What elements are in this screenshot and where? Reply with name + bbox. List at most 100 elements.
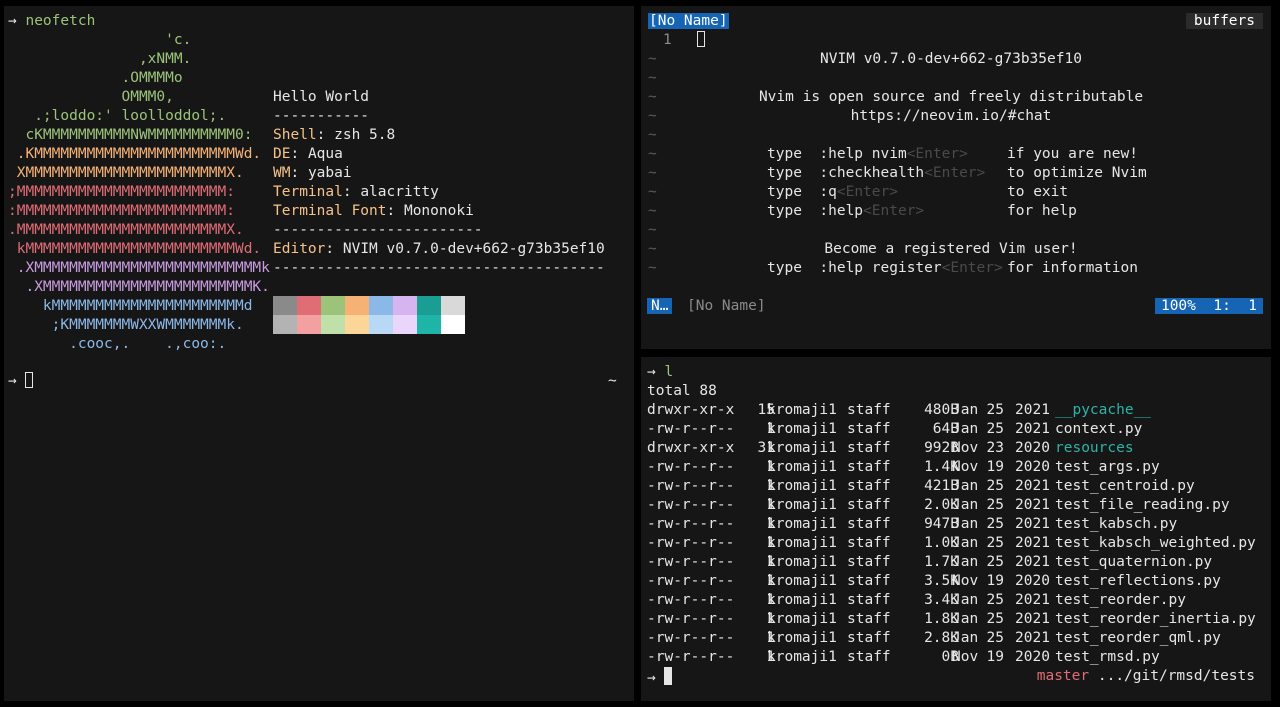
file-perm: -rw-r--r-- [647,478,735,494]
nvim-pane[interactable]: [No Name] buffers 1 ~ ~ ~ ~ ~ ~ ~ ~ ~ ~ ~ ~ NVIM v0… [641,6,1271,349]
file-user: kromaji1 [767,554,837,570]
file-day: 19 [986,649,1004,665]
file-day: 23 [986,440,1004,456]
file-name[interactable]: test_kabsch_weighted.py [1055,534,1256,553]
color-swatch [393,315,417,334]
file-perm: drwxr-xr-x [647,402,735,418]
logo-line: kMMMMMMMMMMMMMMMMMMMMMMd [8,298,253,314]
color-swatch [441,296,465,315]
shell-prompt[interactable]: → [647,667,673,686]
file-day: 19 [986,573,1004,589]
file-day: 25 [986,535,1004,551]
file-perm: drwxr-xr-x [647,440,735,456]
file-name[interactable]: resources [1055,439,1134,458]
file-group: staff [847,497,891,513]
file-perm: -rw-r--r-- [647,516,735,532]
info-label: Terminal [273,184,343,200]
info-row: Terminal Font: Mononoki [273,203,474,219]
info-value: Aqua [307,146,343,162]
nvim-intro-line: Nvim is open source and freely distribut… [758,89,1144,105]
file-year: 2021 [1015,554,1050,570]
info-row: WM: yabai [273,165,352,181]
file-user: kromaji1 [767,516,837,532]
file-mon: Jan [952,535,979,551]
terminal-cursor [25,372,34,388]
file-perm: -rw-r--r-- [647,535,735,551]
file-name[interactable]: test_reflections.py [1055,572,1221,591]
file-name[interactable]: test_args.py [1055,458,1160,477]
file-name[interactable]: __pycache__ [1055,401,1151,420]
file-name[interactable]: test_quaternion.py [1055,553,1212,572]
color-swatch [273,315,297,334]
info-value: yabai [307,165,352,181]
color-swatch [273,296,297,315]
line-number: 1 [663,32,672,48]
file-day: 25 [986,554,1004,570]
color-swatch [297,315,321,334]
file-name[interactable]: test_reorder_qml.py [1055,629,1221,648]
file-user: kromaji1 [767,592,837,608]
color-swatch [393,296,417,315]
file-group: staff [847,592,891,608]
nvim-register-cmd: type :help register<Enter> [767,260,1003,276]
color-swatch [321,296,345,315]
file-name[interactable]: test_file_reading.py [1055,496,1230,515]
file-mon: Jan [952,516,979,532]
logo-line: 'c. [8,32,192,48]
file-group: staff [847,516,891,532]
file-mon: Jan [952,592,979,608]
color-swatch [441,315,465,334]
file-year: 2020 [1015,649,1050,665]
file-perm: -rw-r--r-- [647,497,735,513]
nvim-help-cmd: type :help nvim<Enter> [767,146,968,162]
ls-terminal-pane[interactable]: → l total 88 drwxr-xr-x 15 kromaji1 staff 48… [641,357,1271,701]
info-title: Hello World [273,89,370,105]
file-name[interactable]: test_kabsch.py [1055,515,1177,534]
empty-line-tilde: ~ [648,165,657,181]
info-label: Editor [273,241,326,257]
nvim-help-cmd: type :checkhealth<Enter> [767,165,986,181]
logo-line: .XMMMMMMMMMMMMMMMMMMMMMMMMMMk [8,260,270,276]
info-row: Shell: zsh 5.8 [273,127,396,143]
nvim-tab-noname[interactable]: [No Name] [648,12,729,31]
nvim-statusline-file: [No Name] [687,298,766,314]
file-year: 2021 [1015,611,1050,627]
file-name[interactable]: test_reorder.py [1055,591,1186,610]
file-name[interactable]: test_centroid.py [1055,477,1195,496]
file-day: 25 [986,516,1004,532]
color-swatch [369,296,393,315]
file-mon: Jan [952,554,979,570]
nvim-statusline-mode: N… [647,297,673,316]
file-mon: Nov [952,459,979,475]
logo-line: kMMMMMMMMMMMMMMMMMMMMMMMMWd. [8,241,262,257]
file-group: staff [847,573,891,589]
file-group: staff [847,478,891,494]
file-group: staff [847,535,891,551]
file-mon: Jan [952,497,979,513]
file-day: 25 [986,611,1004,627]
file-name[interactable]: test_reorder_inertia.py [1055,610,1256,629]
prompt-path: .../git/rmsd/tests [1097,668,1255,684]
file-day: 25 [986,630,1004,646]
file-perm: -rw-r--r-- [647,630,735,646]
ls-total: total 88 [647,383,717,399]
file-group: staff [847,649,891,665]
nvim-buffers-label[interactable]: buffers [1185,12,1263,31]
color-swatch [345,296,369,315]
file-day: 25 [986,497,1004,513]
file-name[interactable]: test_rmsd.py [1055,648,1160,667]
file-year: 2020 [1015,573,1050,589]
prompt-arrow-icon: → [647,670,656,686]
file-group: staff [847,440,891,456]
file-name[interactable]: context.py [1055,420,1142,439]
logo-line: ;MMMMMMMMMMMMMMMMMMMMMMMM: [8,184,235,200]
nvim-help-desc: if you are new! [1007,146,1138,162]
nvim-register-line: Become a registered Vim user! [824,241,1078,257]
file-user: kromaji1 [767,459,837,475]
shell-prompt[interactable]: → [8,372,34,391]
nvim-register-desc: for information [1007,260,1138,276]
nvim-help-desc: for help [1007,203,1077,219]
neofetch-terminal-pane[interactable]: → neofetch 'c. ,xNMM. .OMMMMo OMMM0, .;l… [4,6,634,701]
ls-command-line: → l [647,363,673,382]
logo-line: .;loddo:' loolloddol;. [8,108,227,124]
